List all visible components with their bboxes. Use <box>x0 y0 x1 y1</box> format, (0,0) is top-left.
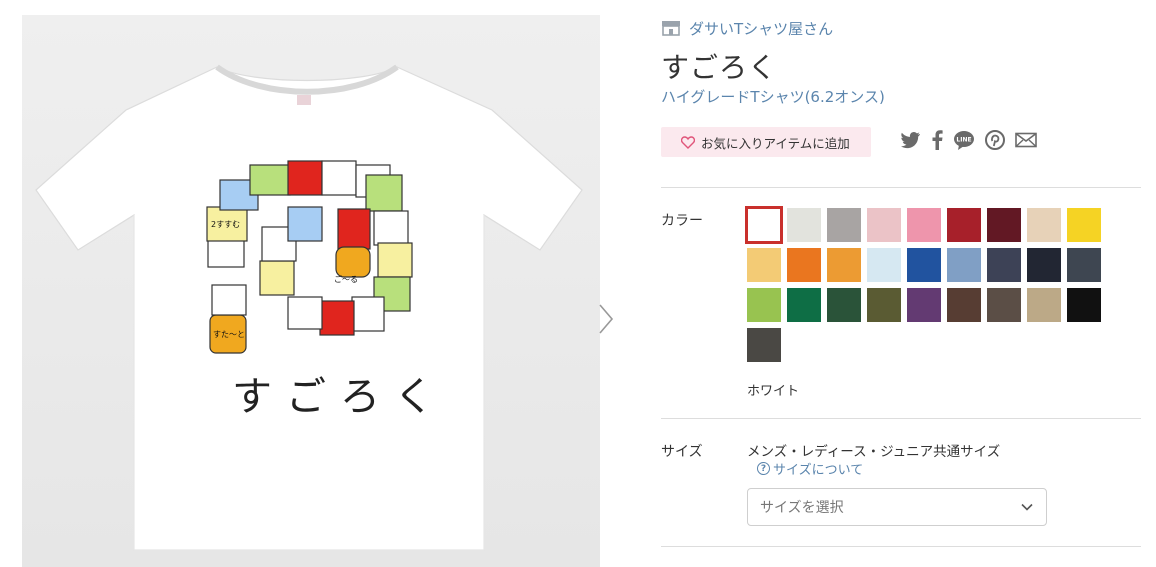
chevron-right-icon[interactable] <box>592 295 622 343</box>
color-swatch[interactable] <box>1027 288 1061 322</box>
color-swatch[interactable] <box>867 248 901 282</box>
color-swatch[interactable] <box>947 288 981 322</box>
shirt-print-title: すごろく <box>232 374 448 420</box>
color-swatch[interactable] <box>907 208 941 242</box>
color-swatch[interactable] <box>987 288 1021 322</box>
square-goal: ご〜る <box>334 274 358 284</box>
size-label: サイズ <box>661 444 703 460</box>
color-swatch[interactable] <box>1067 208 1101 242</box>
product-type-link[interactable]: ハイグレードTシャツ(6.2オンス) <box>661 86 885 107</box>
pinterest-icon[interactable] <box>985 130 1005 150</box>
heart-icon <box>681 135 695 149</box>
color-swatch[interactable] <box>987 248 1021 282</box>
divider <box>661 418 1141 419</box>
svg-text:LINE: LINE <box>956 137 971 144</box>
color-swatch[interactable] <box>867 208 901 242</box>
color-swatch[interactable] <box>747 328 781 362</box>
color-swatch[interactable] <box>907 248 941 282</box>
question-icon: ? <box>757 462 770 475</box>
favorite-label: お気に入りアイテムに追加 <box>701 135 850 151</box>
color-swatch[interactable] <box>1027 248 1061 282</box>
color-swatch[interactable] <box>987 208 1021 242</box>
twitter-icon[interactable] <box>901 131 921 149</box>
color-swatch[interactable] <box>827 208 861 242</box>
color-swatch[interactable] <box>947 248 981 282</box>
color-swatch[interactable] <box>867 288 901 322</box>
color-swatch[interactable] <box>1027 208 1061 242</box>
color-swatch[interactable] <box>907 288 941 322</box>
product-title: すごろく <box>661 51 778 84</box>
square-2: 2すすむ <box>211 220 240 229</box>
color-swatch[interactable] <box>1067 288 1101 322</box>
color-swatch[interactable] <box>787 248 821 282</box>
product-image: すた〜と 2すすむ ご〜る すごろく <box>22 15 614 567</box>
add-to-favorites-button[interactable]: お気に入りアイテムに追加 <box>661 127 871 157</box>
color-swatch[interactable] <box>1067 248 1101 282</box>
selected-color-name: ホワイト <box>747 384 800 399</box>
color-swatch[interactable] <box>827 288 861 322</box>
color-swatch[interactable] <box>947 208 981 242</box>
color-swatch[interactable] <box>745 206 783 244</box>
size-select-placeholder: サイズを選択 <box>760 500 844 516</box>
facebook-icon[interactable] <box>931 130 943 150</box>
size-guide-label: サイズについて <box>773 463 864 478</box>
color-swatch[interactable] <box>827 248 861 282</box>
tshirt-illustration: すた〜と 2すすむ ご〜る すごろく <box>22 15 600 567</box>
divider <box>661 546 1141 547</box>
product-info: ダサいTシャツ屋さん すごろく ハイグレードTシャツ(6.2オンス) お気に入り… <box>661 0 1141 567</box>
line-icon[interactable]: LINE <box>953 130 975 150</box>
color-swatch[interactable] <box>747 248 781 282</box>
color-swatch[interactable] <box>787 288 821 322</box>
divider <box>661 187 1141 188</box>
size-guide-link[interactable]: ? サイズについて <box>757 459 863 478</box>
size-select[interactable]: サイズを選択 <box>747 488 1047 526</box>
shop-name[interactable]: ダサいTシャツ屋さん <box>689 18 833 39</box>
chevron-down-icon <box>1021 503 1033 511</box>
shop-icon <box>662 21 680 36</box>
mail-icon[interactable] <box>1015 132 1037 148</box>
square-start: すた〜と <box>213 330 245 339</box>
shop-link[interactable]: ダサいTシャツ屋さん <box>661 16 833 40</box>
size-note: メンズ・レディース・ジュニア共通サイズ <box>747 444 1001 460</box>
share-icons: LINE <box>901 130 1037 150</box>
color-swatch[interactable] <box>747 288 781 322</box>
color-label: カラー <box>661 213 703 229</box>
color-swatch[interactable] <box>787 208 821 242</box>
